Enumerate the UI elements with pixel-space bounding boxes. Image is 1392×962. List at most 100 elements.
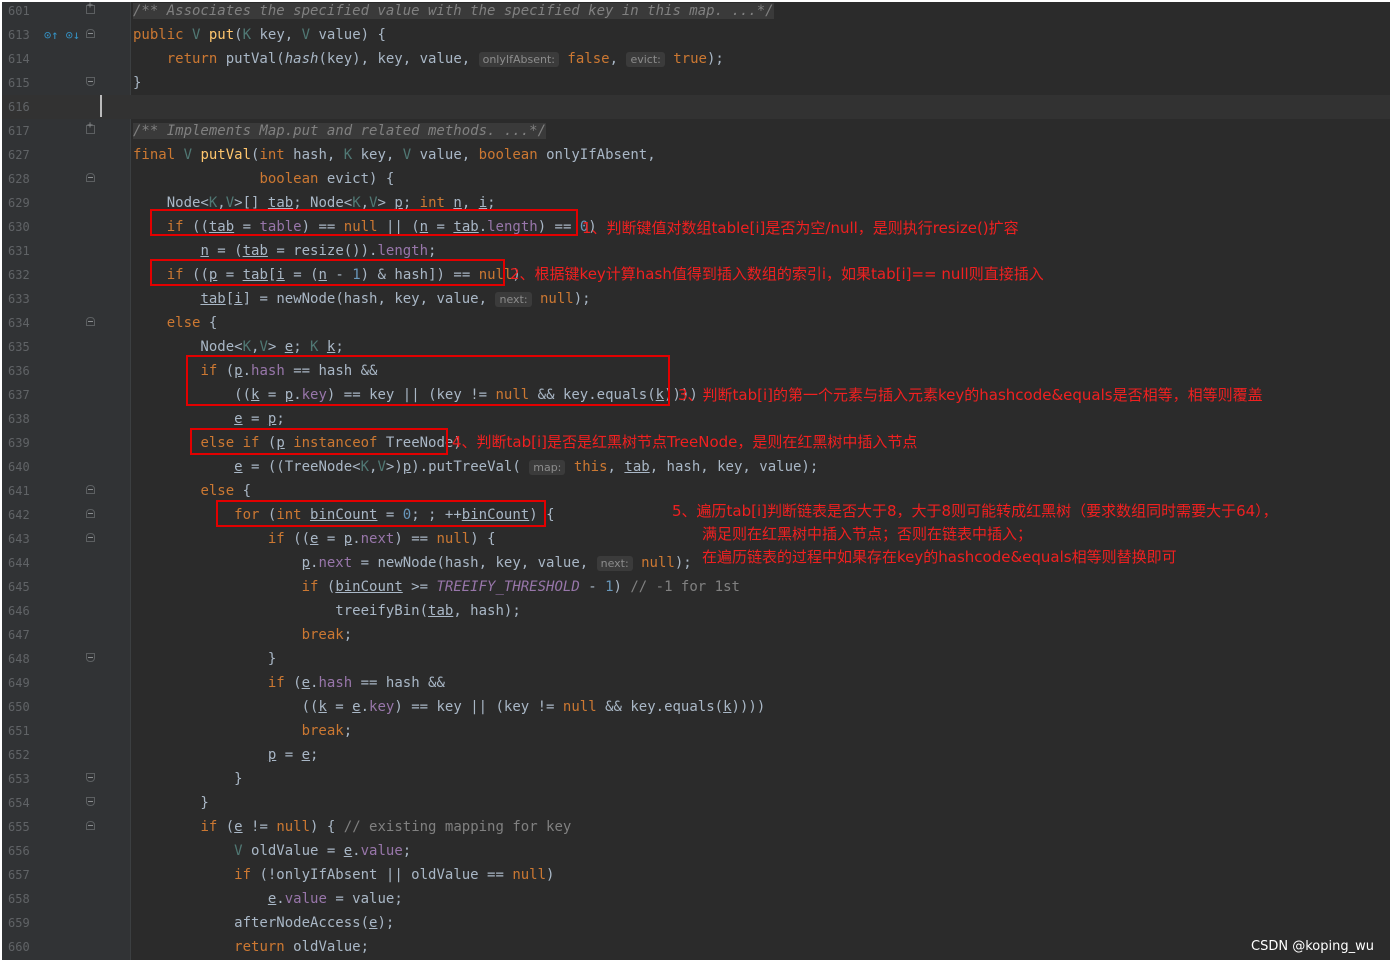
code-text: tab[i] = newNode(hash, key, value, next:… (200, 291, 591, 307)
code-line[interactable]: 640 e = ((TreeNode<K,V>)p).putTreeVal( m… (2, 455, 1390, 479)
code-line[interactable]: 617 /** Implements Map.put and related me… (2, 119, 1390, 143)
code-line[interactable]: 645 if (binCount >= TREEIFY_THRESHOLD - … (2, 575, 1390, 599)
code-text: if (p.hash == hash && (200, 363, 378, 379)
code-text: break; (301, 627, 353, 643)
code-text: public V put(K key, V value) { (133, 27, 386, 43)
annotation-3: 3、判断tab[i]的第一个元素与插入元素key的hashcode&equals… (678, 386, 1263, 404)
code-text: Node<K,V>[] tab; Node<K,V> p; int n, i; (133, 195, 496, 211)
code-text: } (133, 75, 142, 91)
line-number: 615 (8, 76, 30, 90)
code-line[interactable]: 647 break; (2, 623, 1390, 647)
line-number: 601 (8, 4, 30, 18)
fold-toggle-icon[interactable] (86, 773, 95, 782)
code-line[interactable]: 601 /** Associates the specified value wi… (2, 2, 1390, 23)
code-line[interactable]: 657 if (!onlyIfAbsent || oldValue == nul… (2, 863, 1390, 887)
code-line[interactable]: 656 V oldValue = e.value; (2, 839, 1390, 863)
code-line[interactable]: 660 return oldValue; (2, 935, 1390, 959)
line-number: 660 (8, 940, 30, 954)
annotation-5-line-3: 在遍历链表的过程中如果存在key的hashcode&equals相等则替换即可 (702, 548, 1177, 566)
code-line[interactable]: 658 e.value = value; (2, 887, 1390, 911)
code-text: e = p; (234, 411, 285, 427)
code-text: if (!onlyIfAbsent || oldValue == null) (234, 867, 555, 883)
code-line[interactable]: 614 return putVal(hash(key), key, value,… (2, 47, 1390, 71)
fold-toggle-icon[interactable] (86, 509, 95, 518)
code-line[interactable]: 634 else { (2, 311, 1390, 335)
line-number: 630 (8, 220, 30, 234)
fold-toggle-icon[interactable] (86, 485, 95, 494)
code-line[interactable]: 616 (2, 95, 1390, 119)
line-number: 628 (8, 172, 30, 186)
fold-toggle-icon[interactable] (86, 173, 95, 182)
override-implements-icon[interactable]: ⊙↑ ⊙↓ (44, 26, 80, 44)
code-line[interactable]: 648 } (2, 647, 1390, 671)
line-number: 617 (8, 124, 30, 138)
line-number: 655 (8, 820, 30, 834)
line-number: 631 (8, 244, 30, 258)
annotation-5-line-2: 满足则在红黑树中插入节点；否则在链表中插入； (702, 525, 1033, 543)
line-number: 636 (8, 364, 30, 378)
code-text: final V putVal(int hash, K key, V value,… (133, 147, 656, 163)
code-text: if (e.hash == hash && (267, 675, 445, 691)
fold-toggle-icon[interactable] (86, 29, 95, 38)
code-line[interactable]: 633 tab[i] = newNode(hash, key, value, n… (2, 287, 1390, 311)
code-text: e.value = value; (267, 891, 403, 907)
code-line[interactable]: 652 p = e; (2, 743, 1390, 767)
code-text: boolean evict) { (259, 171, 395, 187)
code-line[interactable]: 651 break; (2, 719, 1390, 743)
line-number: 637 (8, 388, 30, 402)
fold-toggle-icon[interactable] (86, 317, 95, 326)
code-text: else { (166, 315, 218, 331)
fold-toggle-icon[interactable] (86, 797, 95, 806)
code-line[interactable]: 615} (2, 71, 1390, 95)
text-caret (100, 95, 102, 117)
line-number: 658 (8, 892, 30, 906)
line-number: 648 (8, 652, 30, 666)
code-line[interactable]: 638 e = p; (2, 407, 1390, 431)
code-line[interactable]: 643 if ((e = p.next) == null) { (2, 527, 1390, 551)
fold-toggle-icon[interactable] (86, 77, 95, 86)
code-text: /** Implements Map.put and related metho… (133, 123, 547, 139)
line-number: 654 (8, 796, 30, 810)
code-text: /** Associates the specified value with … (133, 3, 774, 19)
line-number: 657 (8, 868, 30, 882)
code-text: if (binCount >= TREEIFY_THRESHOLD - 1) /… (301, 579, 740, 595)
line-number: 629 (8, 196, 30, 210)
code-line[interactable]: 659 afterNodeAccess(e); (2, 911, 1390, 935)
code-line[interactable]: 635 Node<K,V> e; K k; (2, 335, 1390, 359)
code-line[interactable]: 649 if (e.hash == hash && (2, 671, 1390, 695)
line-number: 646 (8, 604, 30, 618)
code-line[interactable]: 629 Node<K,V>[] tab; Node<K,V> p; int n,… (2, 191, 1390, 215)
line-number: 643 (8, 532, 30, 546)
fold-toggle-icon[interactable] (86, 653, 95, 662)
code-line[interactable]: 636 if (p.hash == hash && (2, 359, 1390, 383)
code-line[interactable]: 631 n = (tab = resize()).length; (2, 239, 1390, 263)
fold-toggle-icon[interactable] (86, 533, 95, 542)
code-text: Node<K,V> e; K k; (133, 339, 344, 355)
code-text: treeifyBin(tab, hash); (133, 603, 521, 619)
fold-toggle-icon[interactable] (86, 2, 95, 14)
code-text: for (int binCount = 0; ; ++binCount) { (234, 507, 555, 523)
line-number: 653 (8, 772, 30, 786)
code-line[interactable]: 655 if (e != null) { // existing mapping… (2, 815, 1390, 839)
code-line[interactable]: 613 ⊙↑ ⊙↓ public V put(K key, V value) { (2, 23, 1390, 47)
code-text: if ((p = tab[i = (n - 1) & hash]) == nul… (166, 267, 521, 283)
code-editor[interactable]: 601 /** Associates the specified value wi… (2, 2, 1390, 960)
line-number: 644 (8, 556, 30, 570)
code-line[interactable]: 627 final V putVal(int hash, K key, V val… (2, 143, 1390, 167)
code-line[interactable]: 654 } (2, 791, 1390, 815)
fold-toggle-icon[interactable] (86, 821, 95, 830)
fold-toggle-icon[interactable] (86, 120, 95, 134)
code-line[interactable]: 644 p.next = newNode(hash, key, value, n… (2, 551, 1390, 575)
code-text: return oldValue; (234, 939, 370, 955)
code-line[interactable]: 650 ((k = e.key) == key || (key != null … (2, 695, 1390, 719)
code-line[interactable]: 646 treeifyBin(tab, hash); (2, 599, 1390, 623)
code-text: V oldValue = e.value; (234, 843, 412, 859)
line-number: 659 (8, 916, 30, 930)
line-number: 641 (8, 484, 30, 498)
code-text: } (133, 771, 243, 787)
line-number: 656 (8, 844, 30, 858)
code-line[interactable]: 628 boolean evict) { (2, 167, 1390, 191)
code-text: afterNodeAccess(e); (133, 915, 395, 931)
line-number: 651 (8, 724, 30, 738)
code-line[interactable]: 653 } (2, 767, 1390, 791)
